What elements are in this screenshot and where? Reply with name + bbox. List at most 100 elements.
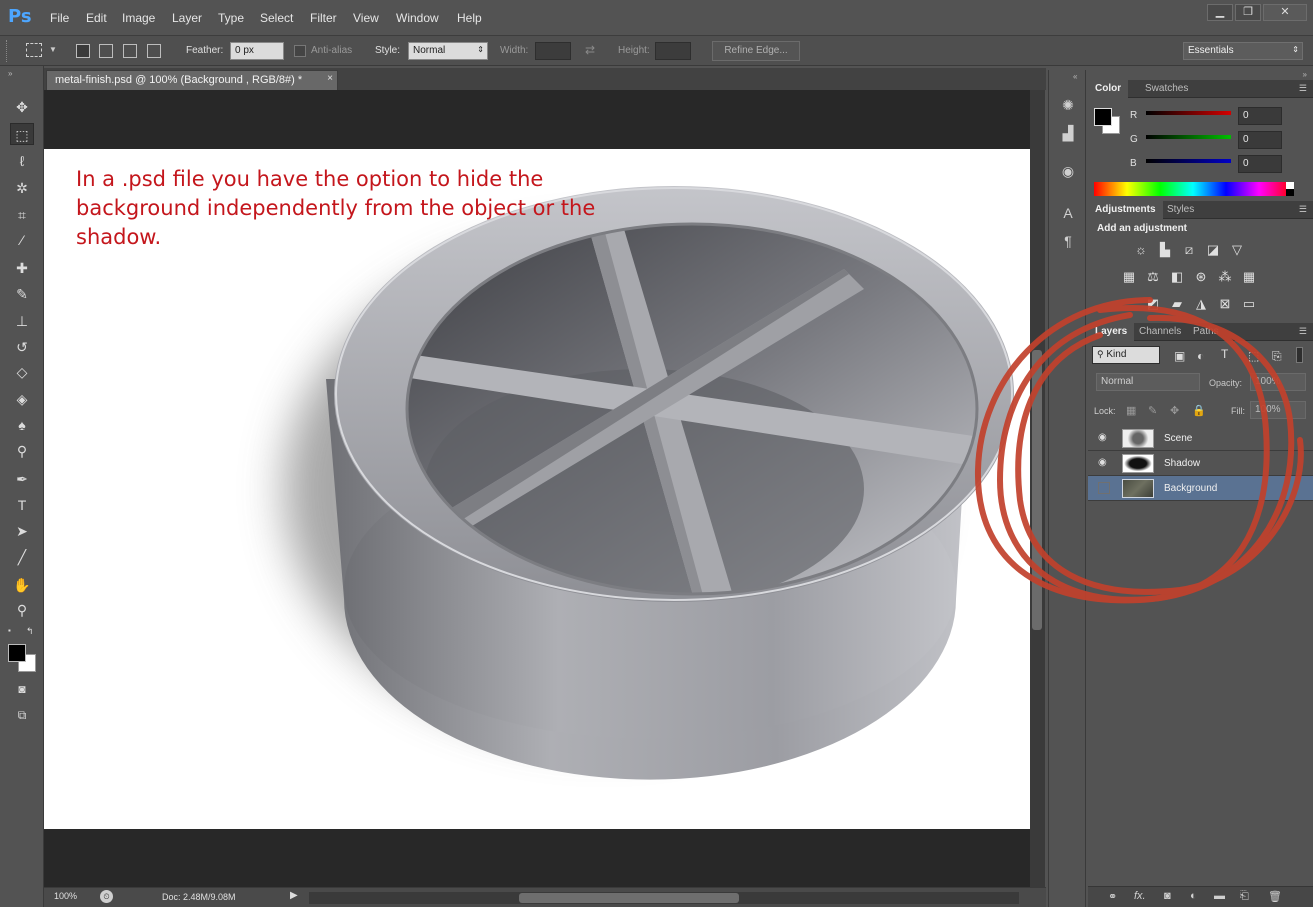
menu-select[interactable]: Select [260,11,293,25]
fx-icon[interactable]: fx. [1134,890,1146,902]
fill-input[interactable]: 100% [1250,401,1306,419]
layer-name-shadow[interactable]: Shadow [1164,458,1200,469]
exposure-icon[interactable]: ◪ [1204,241,1222,259]
crop-tool-icon[interactable]: ⌗ [10,204,34,226]
maximize-button[interactable]: ❐ [1235,4,1261,21]
tab-layers[interactable]: Layers [1088,323,1135,341]
options-grip-icon[interactable] [6,40,9,62]
tab-swatches[interactable]: Swatches [1138,80,1195,98]
swap-colors-icon[interactable]: ↰ [26,626,34,637]
layer-row-scene[interactable]: ◉ Scene [1088,426,1313,451]
invert-icon[interactable]: ◩ [1144,295,1162,313]
green-slider-track[interactable] [1146,135,1231,139]
menu-type[interactable]: Type [218,11,244,25]
add-selection-icon[interactable] [99,44,113,58]
collapse-tools-icon[interactable]: » [8,69,12,78]
magic-wand-tool-icon[interactable]: ✲ [10,177,34,199]
brush-tool-icon[interactable]: ✎ [10,283,34,305]
menu-image[interactable]: Image [122,11,155,25]
feather-input[interactable]: 0 px [230,42,284,60]
menu-help[interactable]: Help [457,11,482,25]
healing-brush-tool-icon[interactable]: ✚ [10,257,34,279]
document-tab[interactable]: metal-finish.psd @ 100% (Background , RG… [46,70,338,90]
layer-visibility-eye-icon[interactable]: ◉ [1098,432,1110,444]
default-colors-icon[interactable]: ▪ [8,626,11,635]
paragraph-panel-icon[interactable]: ¶ [1057,230,1079,252]
blend-mode-select[interactable]: Normal [1096,373,1200,391]
pen-tool-icon[interactable]: ✒ [10,468,34,490]
history-brush-tool-icon[interactable]: ↺ [10,336,34,358]
status-info-icon[interactable]: ⏲ [100,890,113,903]
path-selection-tool-icon[interactable]: ➤ [10,520,34,542]
link-layers-icon[interactable]: ⚭ [1108,890,1117,903]
preset-dropdown-icon[interactable]: ▼ [49,45,57,54]
minimize-button[interactable]: ▁ [1207,4,1233,21]
menu-window[interactable]: Window [396,11,439,25]
quick-mask-icon[interactable]: ◙ [10,678,34,700]
document-canvas[interactable]: In a .psd file you have the option to hi… [44,149,1030,829]
menu-file[interactable]: File [50,11,69,25]
lock-position-icon[interactable]: ✥ [1170,404,1179,417]
zoom-level[interactable]: 100% [54,891,77,901]
move-tool-icon[interactable]: ✥ [10,96,34,118]
tab-styles[interactable]: Styles [1160,201,1201,219]
lock-transparent-icon[interactable]: ▦ [1126,404,1136,417]
selective-color-icon[interactable]: ⊠ [1216,295,1234,313]
threshold-icon[interactable]: ◮ [1192,295,1210,313]
layer-filter-select[interactable]: ⚲ Kind [1092,346,1160,364]
blur-tool-icon[interactable]: ♠ [10,414,34,436]
tab-channels[interactable]: Channels [1132,323,1188,341]
eyedropper-tool-icon[interactable]: ⁄ [10,229,34,251]
navigator-icon[interactable]: ✺ [1057,94,1079,116]
lock-image-icon[interactable]: ✎ [1148,404,1157,417]
rectangular-marquee-tool-icon[interactable]: ⬚ [10,123,34,145]
tab-adjustments[interactable]: Adjustments [1088,201,1163,219]
subtract-selection-icon[interactable] [123,44,137,58]
filter-type-icon[interactable]: T [1221,347,1228,361]
eraser-tool-icon[interactable]: ◇ [10,361,34,383]
photo-filter-icon[interactable]: ⊛ [1192,268,1210,286]
menu-layer[interactable]: Layer [172,11,202,25]
tab-color[interactable]: Color [1088,80,1129,98]
filter-pixel-icon[interactable]: ▣ [1174,349,1185,363]
new-adjustment-layer-icon[interactable]: ◐ [1190,890,1197,902]
brightness-contrast-icon[interactable]: ☼ [1132,241,1150,259]
close-tab-icon[interactable]: × [327,73,333,84]
gradient-map-icon[interactable]: ▭ [1240,295,1258,313]
info-panel-icon[interactable]: ◉ [1057,160,1079,182]
zoom-tool-icon[interactable]: ⚲ [10,599,34,621]
canvas-area[interactable]: In a .psd file you have the option to hi… [44,90,1030,887]
blue-value-input[interactable]: 0 [1238,155,1282,173]
histogram-icon[interactable]: ▟ [1057,122,1079,144]
clone-stamp-tool-icon[interactable]: ⊥ [10,310,34,332]
collapse-panels-icon[interactable]: » [1303,70,1307,79]
opacity-input[interactable]: 100% [1250,373,1306,391]
black-white-swatch[interactable] [1286,182,1294,196]
add-mask-icon[interactable]: ◙ [1164,890,1171,902]
horizontal-scroll-thumb[interactable] [519,893,739,903]
new-selection-icon[interactable] [76,44,90,58]
channel-mixer-icon[interactable]: ⁂ [1216,268,1234,286]
menu-view[interactable]: View [353,11,379,25]
filter-toggle[interactable] [1296,347,1303,363]
delete-layer-trash-icon[interactable]: 🗑 [1268,890,1282,903]
hand-tool-icon[interactable]: ✋ [10,574,34,596]
green-value-input[interactable]: 0 [1238,131,1282,149]
width-input[interactable] [535,42,571,60]
style-select[interactable]: Normal ⇕ [408,42,488,60]
character-panel-icon[interactable]: A [1057,202,1079,224]
vertical-scroll-thumb[interactable] [1032,350,1042,630]
filter-adjustment-icon[interactable]: ◐ [1197,349,1204,363]
layer-row-background[interactable]: Background [1088,476,1313,501]
layer-row-shadow[interactable]: ◉ Shadow [1088,451,1313,476]
color-foreground-swatch[interactable] [1094,108,1112,126]
tab-paths[interactable]: Paths [1186,323,1226,341]
color-lookup-icon[interactable]: ▦ [1240,268,1258,286]
layer-name-scene[interactable]: Scene [1164,433,1192,444]
layer-visibility-empty-box[interactable] [1098,482,1110,494]
height-input[interactable] [655,42,691,60]
paint-bucket-tool-icon[interactable]: ◈ [10,388,34,410]
refine-edge-button[interactable]: Refine Edge... [712,41,800,61]
lock-all-icon[interactable]: 🔒 [1192,404,1206,417]
menu-edit[interactable]: Edit [86,11,107,25]
